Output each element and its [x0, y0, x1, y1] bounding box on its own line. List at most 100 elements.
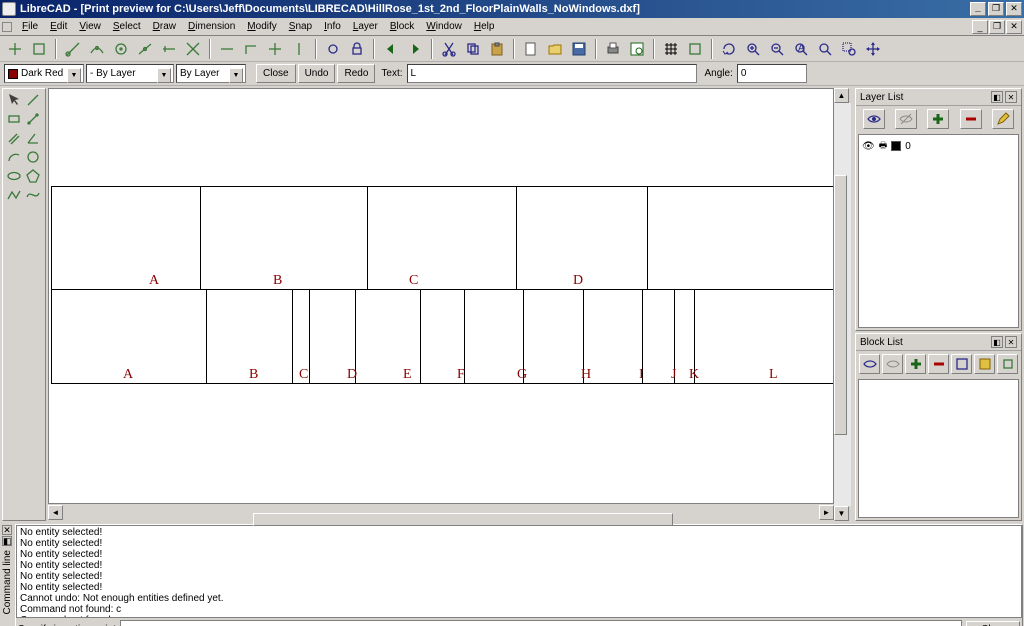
scroll-down-icon[interactable]: ▼ [834, 506, 849, 521]
menu-modify[interactable]: Modify [241, 20, 282, 33]
menu-snap[interactable]: Snap [283, 20, 318, 33]
command-input[interactable] [120, 620, 962, 626]
block-edit-icon[interactable] [951, 354, 972, 374]
snap-onentity-icon[interactable] [86, 38, 108, 59]
open-icon[interactable] [544, 38, 566, 59]
panel-float-icon[interactable]: ◧ [991, 336, 1003, 348]
zoom-in-icon[interactable] [742, 38, 764, 59]
linetype-combo[interactable]: By Layer [176, 64, 246, 83]
layer-remove-icon[interactable] [960, 109, 982, 129]
zoom-auto-icon[interactable]: A [790, 38, 812, 59]
block-list-body[interactable] [858, 379, 1019, 518]
clear-button[interactable]: Clear [966, 621, 1020, 626]
snap-grid-icon[interactable] [28, 38, 50, 59]
eye-icon[interactable]: 👁 [862, 141, 875, 152]
mdi-restore-button[interactable]: ❐ [989, 20, 1005, 34]
zoom-out-icon[interactable] [766, 38, 788, 59]
minimize-button[interactable]: _ [970, 2, 986, 16]
menu-window[interactable]: Window [420, 20, 468, 33]
vertical-scrollbar[interactable]: ▲ ▼ [834, 88, 851, 521]
maximize-button[interactable]: ❐ [988, 2, 1004, 16]
block-hideall-icon[interactable] [882, 354, 903, 374]
mdi-minimize-button[interactable]: _ [972, 20, 988, 34]
block-add-icon[interactable] [905, 354, 926, 374]
horizontal-scrollbar[interactable]: ◄ ► [48, 504, 834, 521]
snap-center-icon[interactable] [110, 38, 132, 59]
scroll-up-icon[interactable]: ▲ [834, 88, 849, 103]
menu-dimension[interactable]: Dimension [182, 20, 241, 33]
snap-middle-icon[interactable] [134, 38, 156, 59]
layer-hideall-icon[interactable] [895, 109, 917, 129]
paste-icon[interactable] [486, 38, 508, 59]
color-combo[interactable]: Dark Red [4, 64, 84, 83]
menu-block[interactable]: Block [384, 20, 420, 33]
close-button[interactable]: Close [256, 64, 296, 83]
print-icon[interactable] [602, 38, 624, 59]
menu-help[interactable]: Help [468, 20, 501, 33]
menu-file[interactable]: File [16, 20, 44, 33]
layer-list-body[interactable]: 👁 🖶 0 [858, 134, 1019, 328]
tool-polygon-icon[interactable] [24, 167, 42, 185]
layer-add-icon[interactable] [927, 109, 949, 129]
undo-button[interactable]: Undo [298, 64, 336, 83]
tool-arc-icon[interactable] [5, 148, 23, 166]
snap-intersection-icon[interactable] [182, 38, 204, 59]
tool-parallel-icon[interactable] [5, 129, 23, 147]
scroll-right-icon[interactable]: ► [819, 505, 834, 520]
block-remove-icon[interactable] [928, 354, 949, 374]
cmd-pin-icon[interactable]: ◧ [2, 536, 12, 546]
menu-select[interactable]: Select [107, 20, 147, 33]
print-icon[interactable]: 🖶 [879, 138, 888, 154]
save-icon[interactable] [568, 38, 590, 59]
layer-row[interactable]: 👁 🖶 0 [861, 137, 1016, 155]
print-preview-icon[interactable] [626, 38, 648, 59]
snap-free-icon[interactable] [4, 38, 26, 59]
redo-button[interactable]: Redo [337, 64, 375, 83]
menu-layer[interactable]: Layer [347, 20, 384, 33]
menu-draw[interactable]: Draw [147, 20, 182, 33]
panel-float-icon[interactable]: ◧ [991, 91, 1003, 103]
angle-input[interactable]: 0 [737, 64, 807, 83]
restrict-orthogonal-icon[interactable] [240, 38, 262, 59]
menu-info[interactable]: Info [318, 20, 347, 33]
tool-spline-icon[interactable] [24, 186, 42, 204]
tool-circle-icon[interactable] [24, 148, 42, 166]
command-log[interactable]: No entity selected!No entity selected!No… [16, 525, 1022, 618]
layer-edit-icon[interactable] [992, 109, 1014, 129]
layer-showall-icon[interactable] [863, 109, 885, 129]
close-button[interactable]: ✕ [1006, 2, 1022, 16]
mdi-close-button[interactable]: ✕ [1006, 20, 1022, 34]
tool-pointer-icon[interactable] [5, 91, 23, 109]
cut-icon[interactable] [438, 38, 460, 59]
menu-edit[interactable]: Edit [44, 20, 73, 33]
snap-endpoint-icon[interactable] [62, 38, 84, 59]
zoom-pan-icon[interactable] [862, 38, 884, 59]
new-icon[interactable] [520, 38, 542, 59]
copy-icon[interactable] [462, 38, 484, 59]
restrict-vertical-icon[interactable] [288, 38, 310, 59]
tool-angle-icon[interactable] [24, 129, 42, 147]
tool-line2pt-icon[interactable] [24, 110, 42, 128]
cmd-close-icon[interactable]: ✕ [2, 525, 12, 535]
scroll-left-icon[interactable]: ◄ [48, 505, 63, 520]
tool-polyline-icon[interactable] [5, 186, 23, 204]
linewidth-combo[interactable]: - By Layer [86, 64, 174, 83]
restrict-horizontal-icon[interactable] [264, 38, 286, 59]
lock-relative-zero-icon[interactable] [346, 38, 368, 59]
panel-close-icon[interactable]: ✕ [1005, 336, 1017, 348]
panel-close-icon[interactable]: ✕ [1005, 91, 1017, 103]
zoom-previous-icon[interactable] [814, 38, 836, 59]
block-showall-icon[interactable] [859, 354, 880, 374]
drawing-canvas[interactable]: ABCDABCDEFGHIJKL [48, 88, 834, 504]
undo-icon[interactable] [380, 38, 402, 59]
block-insert-icon[interactable] [997, 354, 1018, 374]
restrict-nothing-icon[interactable] [216, 38, 238, 59]
zoom-redraw-icon[interactable] [718, 38, 740, 59]
menu-view[interactable]: View [73, 20, 107, 33]
text-input[interactable]: L [407, 64, 697, 83]
grid-toggle-icon[interactable] [660, 38, 682, 59]
draft-mode-icon[interactable] [684, 38, 706, 59]
block-save-icon[interactable] [974, 354, 995, 374]
redo-icon[interactable] [404, 38, 426, 59]
tool-rectangle-icon[interactable] [5, 110, 23, 128]
